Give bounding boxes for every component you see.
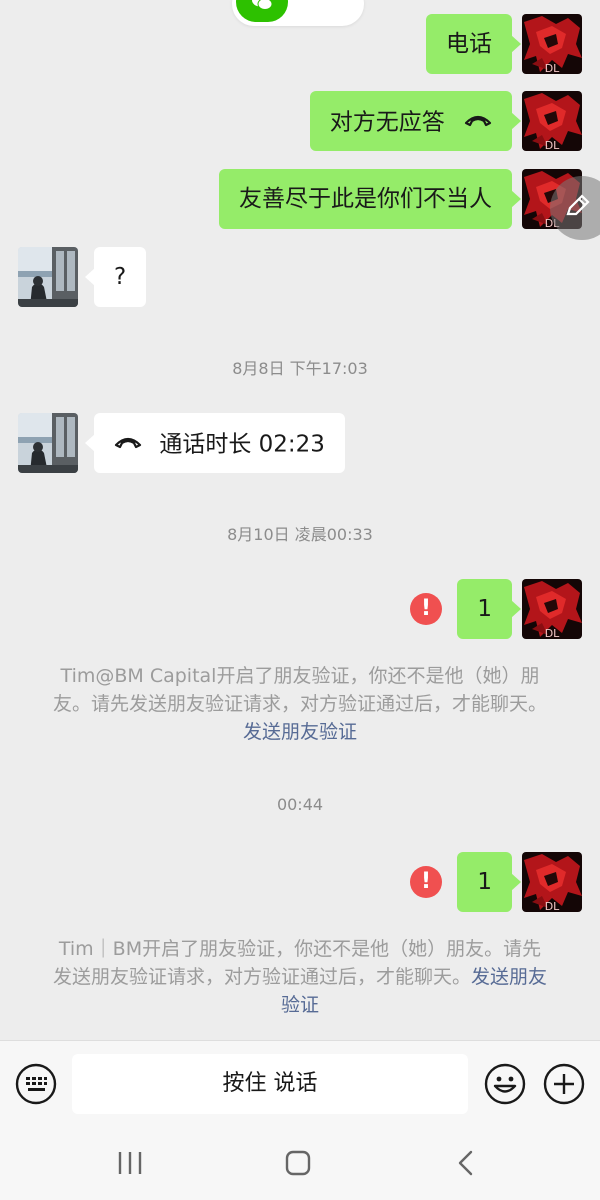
system-navigation-bar [0, 1128, 600, 1200]
system-message: Tim@BM Capital开启了朋友验证，你还不是他（她）朋友。请先发送朋友验… [50, 662, 550, 746]
my-avatar[interactable] [522, 91, 582, 151]
my-avatar[interactable] [522, 14, 582, 74]
message-row: 通话时长 02:23 [0, 413, 600, 473]
message-text: 通话时长 02:23 [159, 431, 325, 458]
plus-icon[interactable] [543, 1063, 585, 1105]
home-icon[interactable] [284, 1150, 312, 1176]
incoming-call-message[interactable]: 通话时长 02:23 [85, 413, 345, 473]
contact-avatar[interactable] [18, 413, 78, 473]
message-row: ? [0, 247, 600, 307]
message-text: 对方无应答 [329, 109, 445, 136]
message-row: ! 1 [0, 579, 600, 639]
phone-hangup-icon [464, 91, 492, 151]
recent-apps-icon[interactable] [116, 1150, 144, 1176]
contact-avatar[interactable] [18, 247, 78, 307]
message-row: 对方无应答 [0, 91, 600, 151]
edit-icon [566, 194, 590, 216]
send-failed-icon[interactable]: ! [410, 593, 442, 625]
message-text: 友善尽于此是你们不当人 [239, 186, 492, 212]
message-row: ! 1 [0, 852, 600, 912]
system-message-text: Tim｜BM开启了朋友验证，你还不是他（她）朋友。请先发送朋友验证请求，对方验证… [52, 938, 542, 988]
outgoing-message[interactable]: 1 [457, 579, 521, 639]
message-row: 电话 [0, 14, 600, 74]
chat-area[interactable]: 电话 对方无应答 友善尽于此是你们不当人 ? 8月8日 下午17:03 通话时长… [0, 0, 600, 1040]
send-friend-request-link[interactable]: 发送朋友验证 [243, 721, 357, 743]
emoji-icon[interactable] [484, 1063, 526, 1105]
message-text: 1 [477, 869, 492, 895]
input-bar: 按住 说话 [0, 1040, 600, 1129]
system-message-text: Tim@BM Capital开启了朋友验证，你还不是他（她）朋友。请先发送朋友验… [52, 665, 547, 715]
incoming-message[interactable]: ? [84, 247, 147, 307]
message-text: ? [114, 264, 127, 290]
outgoing-call-message[interactable]: 对方无应答 [309, 91, 522, 151]
message-row: 友善尽于此是你们不当人 [0, 169, 600, 229]
message-text: 电话 [446, 31, 492, 57]
message-text: 1 [477, 596, 492, 622]
my-avatar[interactable] [522, 579, 582, 639]
timestamp: 8月10日 凌晨00:33 [227, 525, 373, 544]
phone-hangup-icon [114, 413, 142, 473]
keyboard-icon[interactable] [15, 1063, 57, 1105]
my-avatar[interactable] [522, 852, 582, 912]
outgoing-message[interactable]: 电话 [426, 14, 521, 74]
timestamp: 00:44 [276, 795, 324, 814]
timestamp: 8月8日 下午17:03 [232, 359, 368, 378]
hold-to-talk-button[interactable]: 按住 说话 [72, 1054, 468, 1114]
edit-floating-button[interactable] [550, 176, 600, 240]
back-icon[interactable] [454, 1150, 478, 1176]
outgoing-message[interactable]: 1 [457, 852, 521, 912]
system-message: Tim｜BM开启了朋友验证，你还不是他（她）朋友。请先发送朋友验证请求，对方验证… [50, 935, 550, 1019]
outgoing-message[interactable]: 友善尽于此是你们不当人 [219, 169, 521, 229]
send-failed-icon[interactable]: ! [410, 866, 442, 898]
